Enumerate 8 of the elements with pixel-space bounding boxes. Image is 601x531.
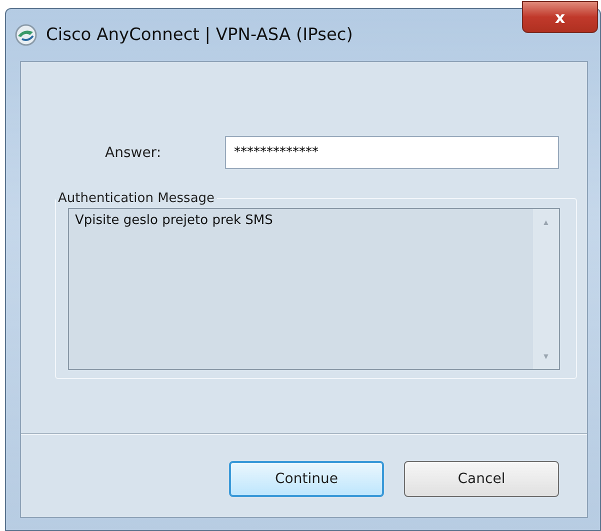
group-legend: Authentication Message [56,191,217,206]
dialog-button[interactable]: Cancel [404,461,559,497]
answer-field[interactable]: ************* [225,136,559,169]
window-title: Cisco AnyConnect | VPN-ASA (IPsec) [46,25,353,45]
answer-label: Answer: [105,144,162,160]
dialog-button[interactable]: Continue [229,461,384,497]
close-button[interactable]: x [522,1,598,33]
message-text: Vpisite geslo prejeto prek SMS [74,212,274,230]
